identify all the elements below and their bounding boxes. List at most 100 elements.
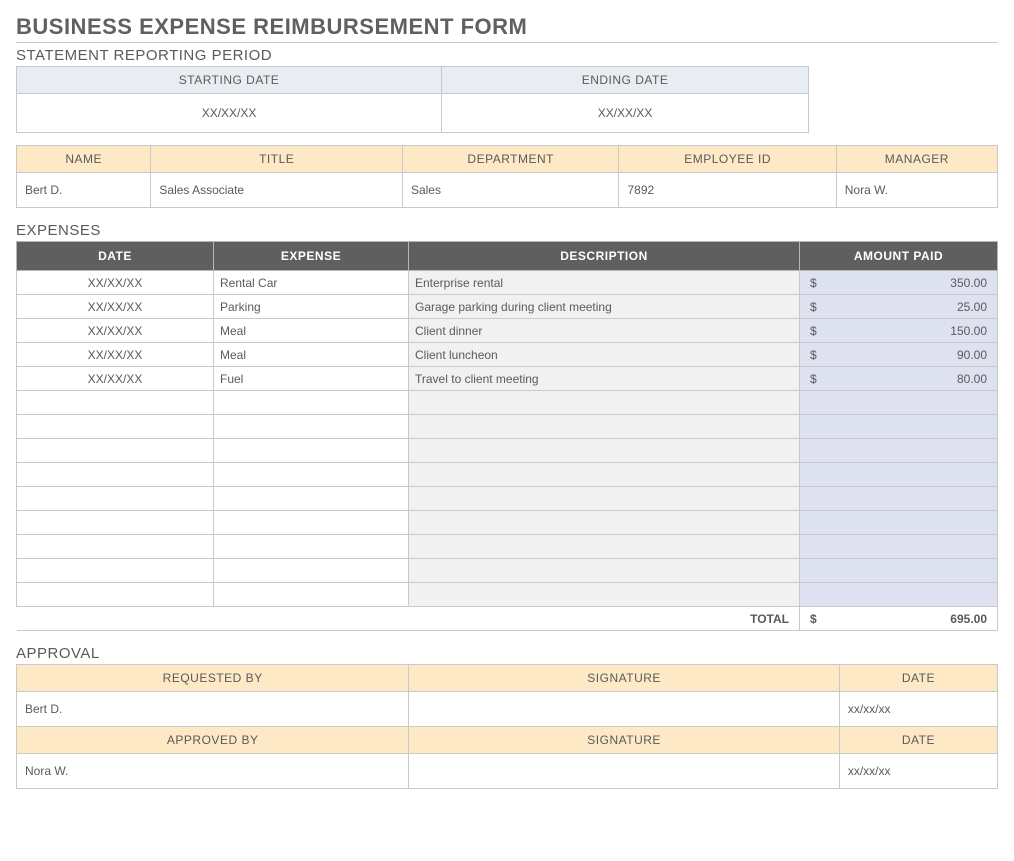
approval-table: REQUESTED BY SIGNATURE DATE Bert D. xx/x… [16,664,998,789]
expense-amount[interactable] [800,391,998,415]
period-heading: STATEMENT REPORTING PERIOD [16,47,998,64]
approval-header-signature-1: SIGNATURE [409,665,839,692]
expense-name[interactable] [214,391,409,415]
expense-name[interactable] [214,439,409,463]
expense-description[interactable] [409,439,800,463]
period-table: STARTING DATE ENDING DATE XX/XX/XX XX/XX… [16,66,809,133]
expense-row [17,487,998,511]
approval-requested-by[interactable]: Bert D. [17,692,409,727]
expense-name[interactable] [214,511,409,535]
expense-amount[interactable] [800,511,998,535]
expense-amount[interactable] [800,559,998,583]
expense-date[interactable] [17,511,214,535]
info-name[interactable]: Bert D. [17,173,151,208]
expense-date[interactable]: XX/XX/XX [17,271,214,295]
expense-name[interactable]: Parking [214,295,409,319]
expenses-heading: EXPENSES [16,222,998,239]
expense-date[interactable] [17,487,214,511]
expense-amount[interactable]: $350.00 [800,271,998,295]
expense-description[interactable] [409,559,800,583]
expense-date[interactable] [17,463,214,487]
expense-name[interactable]: Meal [214,343,409,367]
expense-description[interactable] [409,583,800,607]
expense-date[interactable] [17,391,214,415]
info-title[interactable]: Sales Associate [151,173,403,208]
info-manager[interactable]: Nora W. [836,173,997,208]
expense-description[interactable] [409,511,800,535]
period-start-value[interactable]: XX/XX/XX [17,94,442,133]
expense-name[interactable]: Rental Car [214,271,409,295]
expenses-header-description: DESCRIPTION [409,242,800,271]
expense-name[interactable] [214,559,409,583]
approval-requested-row: Bert D. xx/xx/xx [17,692,998,727]
approval-approved-by[interactable]: Nora W. [17,754,409,789]
expense-name[interactable] [214,463,409,487]
expense-amount[interactable]: $150.00 [800,319,998,343]
info-department[interactable]: Sales [402,173,619,208]
approval-header-date-2: DATE [839,727,997,754]
expense-name[interactable] [214,487,409,511]
expense-name[interactable] [214,535,409,559]
expense-amount[interactable] [800,415,998,439]
expense-description[interactable] [409,415,800,439]
expense-name[interactable] [214,415,409,439]
expense-description[interactable] [409,391,800,415]
expense-amount[interactable]: $80.00 [800,367,998,391]
expense-date[interactable] [17,583,214,607]
expense-row [17,391,998,415]
expense-description[interactable]: Enterprise rental [409,271,800,295]
approval-header-requested-by: REQUESTED BY [17,665,409,692]
expense-description[interactable]: Garage parking during client meeting [409,295,800,319]
expense-date[interactable] [17,439,214,463]
expenses-total-amount: $ 695.00 [800,607,998,631]
expense-date[interactable] [17,415,214,439]
expense-date[interactable] [17,535,214,559]
expense-date[interactable]: XX/XX/XX [17,319,214,343]
expense-name[interactable]: Fuel [214,367,409,391]
expense-name[interactable] [214,583,409,607]
expense-description[interactable]: Travel to client meeting [409,367,800,391]
expense-description[interactable] [409,487,800,511]
expense-date[interactable] [17,559,214,583]
expense-amount[interactable] [800,439,998,463]
period-end-value[interactable]: XX/XX/XX [442,94,809,133]
info-employee-id[interactable]: 7892 [619,173,836,208]
expense-date[interactable]: XX/XX/XX [17,343,214,367]
expense-date[interactable]: XX/XX/XX [17,295,214,319]
expenses-total-row: TOTAL $ 695.00 [17,607,998,631]
expense-row: XX/XX/XXMealClient luncheon$90.00 [17,343,998,367]
expenses-table: DATE EXPENSE DESCRIPTION AMOUNT PAID XX/… [16,241,998,631]
approval-approved-signature[interactable] [409,754,839,789]
approval-approved-date[interactable]: xx/xx/xx [839,754,997,789]
expense-row [17,511,998,535]
approval-header-approved-by: APPROVED BY [17,727,409,754]
employee-info-table: NAME TITLE DEPARTMENT EMPLOYEE ID MANAGE… [16,145,998,208]
expense-amount[interactable] [800,535,998,559]
expense-description[interactable] [409,535,800,559]
expense-amount[interactable] [800,487,998,511]
period-start-header: STARTING DATE [17,67,442,94]
expense-description[interactable]: Client luncheon [409,343,800,367]
expense-description[interactable] [409,463,800,487]
approval-requested-signature[interactable] [409,692,839,727]
expense-name[interactable]: Meal [214,319,409,343]
period-end-header: ENDING DATE [442,67,809,94]
expense-description[interactable]: Client dinner [409,319,800,343]
expense-amount[interactable] [800,463,998,487]
expense-date[interactable]: XX/XX/XX [17,367,214,391]
expense-row [17,463,998,487]
approval-approved-row: Nora W. xx/xx/xx [17,754,998,789]
expense-amount[interactable]: $90.00 [800,343,998,367]
expenses-header-amount: AMOUNT PAID [800,242,998,271]
expense-row: XX/XX/XXMealClient dinner$150.00 [17,319,998,343]
approval-header-date-1: DATE [839,665,997,692]
expense-row: XX/XX/XXParkingGarage parking during cli… [17,295,998,319]
period-row: XX/XX/XX XX/XX/XX [17,94,809,133]
expenses-header-date: DATE [17,242,214,271]
expense-row [17,439,998,463]
approval-heading: APPROVAL [16,645,998,662]
expenses-header-expense: EXPENSE [214,242,409,271]
approval-requested-date[interactable]: xx/xx/xx [839,692,997,727]
expense-amount[interactable] [800,583,998,607]
expense-amount[interactable]: $25.00 [800,295,998,319]
